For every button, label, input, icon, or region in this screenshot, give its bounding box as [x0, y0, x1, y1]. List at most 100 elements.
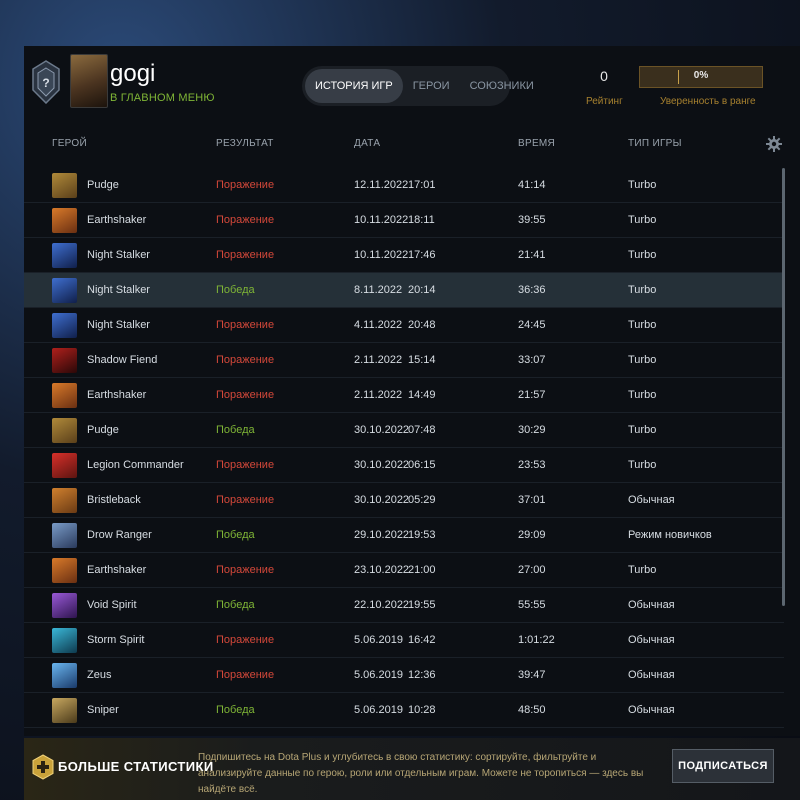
column-header-result[interactable]: РЕЗУЛЬТАТ [216, 138, 274, 149]
match-date: 5.06.2019 [354, 704, 403, 716]
match-result: Победа [216, 529, 255, 541]
hero-portrait-icon [52, 348, 77, 373]
match-duration: 24:45 [518, 319, 546, 331]
table-row[interactable]: Shadow Fiend Поражение 2.11.2022 15:14 33:07… [24, 343, 784, 378]
match-time: 19:53 [408, 529, 436, 541]
game-mode: Turbo [628, 179, 657, 191]
match-date: 5.06.2019 [354, 669, 403, 681]
hero-portrait-icon [52, 313, 77, 338]
hero-portrait-icon [52, 383, 77, 408]
hero-name: Void Spirit [87, 599, 137, 611]
tab-bar: ИСТОРИЯ ИГР ГЕРОИ СОЮЗНИКИ [302, 66, 534, 106]
match-result: Победа [216, 424, 255, 436]
table-row[interactable]: Bristleback Поражение 30.10.2022 05:29 37:01… [24, 483, 784, 518]
table-row[interactable]: Legion Commander Поражение 30.10.2022 06:15… [24, 448, 784, 483]
game-mode: Turbo [628, 564, 657, 576]
match-history-panel: ? gogi В ГЛАВНОМ МЕНЮ ИСТОРИЯ ИГР ГЕРОИ … [24, 46, 800, 736]
table-row[interactable]: Pudge Победа 30.10.2022 07:48 30:29 Turbo [24, 413, 784, 448]
game-mode: Turbo [628, 284, 657, 296]
match-time: 06:15 [408, 459, 436, 471]
hero-portrait-icon [52, 418, 77, 443]
rating-value: 0 [600, 68, 608, 84]
table-row[interactable]: Earthshaker Поражение 2.11.2022 14:49 21:57 T… [24, 378, 784, 413]
column-header-hero[interactable]: ГЕРОЙ [52, 138, 87, 149]
subscribe-button[interactable]: ПОДПИСАТЬСЯ [672, 749, 774, 783]
dota-plus-icon [32, 754, 54, 780]
hero-name: Earthshaker [87, 214, 147, 226]
hero-portrait-icon [52, 453, 77, 478]
hero-name: Shadow Fiend [87, 354, 158, 366]
gear-icon[interactable] [766, 136, 782, 152]
hero-name: Bristleback [87, 494, 141, 506]
match-date: 30.10.2022 [354, 459, 410, 471]
match-time: 15:14 [408, 354, 436, 366]
hero-portrait-icon [52, 243, 77, 268]
match-date: 8.11.2022 [354, 284, 403, 296]
match-date: 5.06.2019 [354, 634, 403, 646]
svg-text:?: ? [42, 76, 49, 90]
match-result: Поражение [216, 179, 275, 191]
match-result: Победа [216, 284, 255, 296]
hero-name: Earthshaker [87, 389, 147, 401]
hero-portrait-icon [52, 663, 77, 688]
rank-confidence-label: Уверенность в ранге [660, 96, 756, 107]
match-time: 12:36 [408, 669, 436, 681]
match-date: 29.10.2022 [354, 529, 410, 541]
table-row[interactable]: Storm Spirit Поражение 5.06.2019 16:42 1:01:… [24, 623, 784, 658]
table-row[interactable]: Zeus Поражение 5.06.2019 12:36 39:47 Обычная [24, 658, 784, 693]
match-duration: 55:55 [518, 599, 546, 611]
match-result: Поражение [216, 354, 275, 366]
match-time: 20:14 [408, 284, 436, 296]
rank-unknown-icon[interactable]: ? [32, 60, 60, 104]
dota-plus-banner: БОЛЬШЕ СТАТИСТИКИ Подпишитесь на Dota Pl… [24, 738, 800, 800]
game-mode: Обычная [628, 704, 675, 716]
match-duration: 23:53 [518, 459, 546, 471]
game-mode: Turbo [628, 214, 657, 226]
tab-heroes[interactable]: ГЕРОИ [403, 69, 460, 103]
hero-name: Storm Spirit [87, 634, 145, 646]
hero-name: Night Stalker [87, 319, 150, 331]
table-row[interactable]: Sniper Победа 5.06.2019 10:28 48:50 Обычная [24, 693, 784, 728]
tab-match-history[interactable]: ИСТОРИЯ ИГР [305, 69, 403, 103]
match-result: Победа [216, 704, 255, 716]
hero-name: Night Stalker [87, 249, 150, 261]
table-row[interactable]: Earthshaker Поражение 23.10.2022 21:00 27:00… [24, 553, 784, 588]
tab-allies[interactable]: СОЮЗНИКИ [460, 69, 544, 103]
match-time: 05:29 [408, 494, 436, 506]
game-mode: Обычная [628, 599, 675, 611]
game-mode: Обычная [628, 494, 675, 506]
table-row[interactable]: Night Stalker Поражение 4.11.2022 20:48 24:4… [24, 308, 784, 343]
match-date: 30.10.2022 [354, 494, 410, 506]
column-header-duration[interactable]: ВРЕМЯ [518, 138, 555, 149]
match-time: 17:46 [408, 249, 436, 261]
hero-name: Pudge [87, 179, 119, 191]
table-row[interactable]: Earthshaker Поражение 10.11.2022 18:11 39:55… [24, 203, 784, 238]
match-time: 10:28 [408, 704, 436, 716]
match-duration: 36:36 [518, 284, 546, 296]
table-row[interactable]: Night Stalker Победа 8.11.2022 20:14 36:36 Tu… [24, 273, 784, 308]
column-header-date[interactable]: ДАТА [354, 138, 380, 149]
table-row[interactable]: Void Spirit Победа 22.10.2022 19:55 55:55 Обы… [24, 588, 784, 623]
avatar[interactable] [70, 54, 108, 108]
game-mode: Turbo [628, 319, 657, 331]
table-row[interactable]: Pudge Поражение 12.11.2022 17:01 41:14 Turbo [24, 168, 784, 203]
scrollbar[interactable] [782, 168, 785, 606]
match-result: Поражение [216, 249, 275, 261]
table-row[interactable]: Night Stalker Поражение 10.11.2022 17:46 21:… [24, 238, 784, 273]
match-duration: 39:47 [518, 669, 546, 681]
rating-label: Рейтинг [586, 96, 623, 107]
hero-name: Legion Commander [87, 459, 184, 471]
hero-portrait-icon [52, 523, 77, 548]
game-mode: Turbo [628, 354, 657, 366]
match-result: Поражение [216, 494, 275, 506]
hero-portrait-icon [52, 698, 77, 723]
column-header-mode[interactable]: ТИП ИГРЫ [628, 138, 682, 149]
match-date: 2.11.2022 [354, 389, 403, 401]
username: gogi [110, 60, 156, 87]
match-duration: 29:09 [518, 529, 546, 541]
match-result: Победа [216, 599, 255, 611]
table-row[interactable]: Drow Ranger Победа 29.10.2022 19:53 29:09 Реж… [24, 518, 784, 553]
match-date: 30.10.2022 [354, 424, 410, 436]
match-time: 19:55 [408, 599, 436, 611]
match-duration: 21:57 [518, 389, 546, 401]
